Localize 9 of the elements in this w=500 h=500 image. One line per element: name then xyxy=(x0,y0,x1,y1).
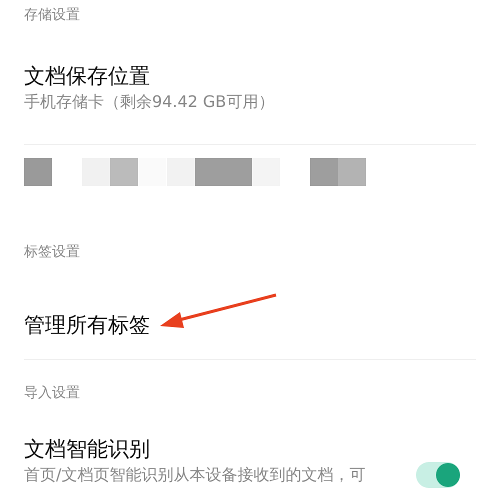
item-subtitle: 首页/文档页智能识别从本设备接收到的文档，可 xyxy=(24,464,366,486)
toggle-switch[interactable] xyxy=(416,462,460,488)
item-title: 文档保存位置 xyxy=(24,63,150,90)
item-subtitle: 手机存储卡（剩余94.42 GB可用） xyxy=(24,91,274,113)
section-header: 存储设置 xyxy=(24,6,80,25)
item-title: 管理所有标签 xyxy=(24,312,150,338)
section-header: 导入设置 xyxy=(24,384,80,403)
section-header: 标签设置 xyxy=(24,243,80,262)
item-title: 文档智能识别 xyxy=(24,436,150,463)
